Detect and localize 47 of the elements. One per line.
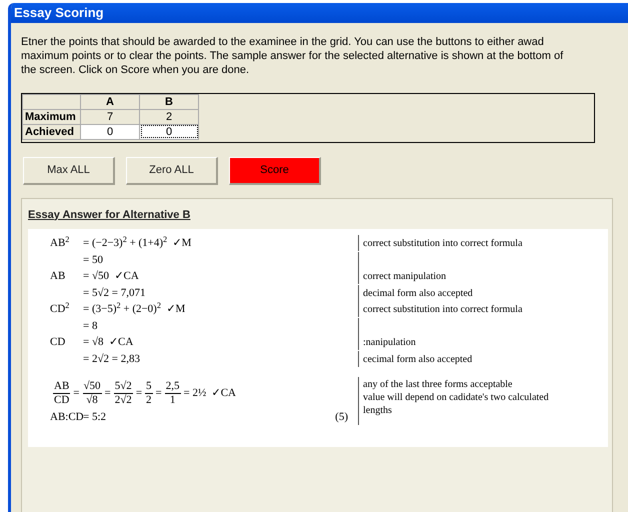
answer-heading: Essay Answer for Alternative B <box>28 208 190 222</box>
fraction: AB CD <box>53 380 70 406</box>
math-expression: = 2½ ✓CA <box>184 386 236 401</box>
table-cell: 2 <box>140 109 198 124</box>
score-button[interactable]: Score <box>229 156 321 184</box>
marking-note: correct substitution into correct formula <box>363 303 524 316</box>
marks-label: (5) <box>335 410 348 425</box>
marking-note: lengths <box>363 404 393 417</box>
column-header: A <box>80 94 140 109</box>
math-expression: = <box>156 386 162 401</box>
action-button[interactable]: Zero ALL <box>126 156 218 184</box>
instructions-text: Etner the points that should be awarded to the examinee in the grid. You can use the buttons to either awad maximum points or to clear the points. The sample answer for the selected alternative is shown at the bottom of the screen. Click on Score when you are done. <box>21 34 564 76</box>
score-cell[interactable]: 0 <box>140 124 198 139</box>
math-expression: = (−2−3)$^{2}$ + (1+4)$^{2}$ ✓M <box>83 235 192 251</box>
math-expression: = 50 <box>83 252 103 268</box>
score-cell[interactable]: 0 <box>80 124 140 139</box>
marking-note: correct substitution into correct formula <box>363 237 524 250</box>
math-expression: = (3−5)$^{2}$ + (2−0)$^{2}$ ✓M <box>83 301 186 317</box>
column-header: B <box>140 94 198 109</box>
marking-note: correct manipulation <box>363 270 448 283</box>
marking-note: cecimal form also accepted <box>363 352 474 366</box>
math-term: AB$^{2}$ <box>50 235 70 251</box>
fraction: √50 √8 <box>82 380 102 406</box>
math-expression: = 2√2 = 2,83 <box>83 352 140 366</box>
math-term: AB <box>50 269 66 284</box>
row-header: Achieved <box>22 124 80 139</box>
fraction: 2,5 1 <box>164 380 180 406</box>
marking-note: :nanipulation <box>363 336 417 349</box>
math-expression: = 5√2 = 7,071 <box>83 286 146 300</box>
math-expression: = <box>73 386 80 401</box>
marking-note: decimal form also accepted <box>363 286 474 300</box>
fraction: 5√2 2√2 <box>114 380 133 406</box>
marking-note: any of the last three forms acceptable <box>363 378 514 391</box>
math-expression: = <box>104 386 111 401</box>
marking-note: value will depend on cadidate's two calculated <box>363 391 550 404</box>
math-expression: = <box>136 386 142 401</box>
action-button[interactable]: Max ALL <box>23 156 115 184</box>
window-title: Essay Scoring <box>14 4 104 22</box>
math-expression: = √50 ✓CA <box>83 269 139 284</box>
math-term: CD$^{2}$ <box>50 301 70 317</box>
table-cell: 7 <box>80 109 140 124</box>
math-term: CD <box>50 335 66 350</box>
math-expression: = 8 <box>83 318 98 334</box>
math-expression: = 5:2 <box>83 410 106 425</box>
row-header: Maximum <box>22 109 80 124</box>
math-expression: = √8 ✓CA <box>83 335 134 350</box>
fraction: 5 2 <box>145 380 153 406</box>
